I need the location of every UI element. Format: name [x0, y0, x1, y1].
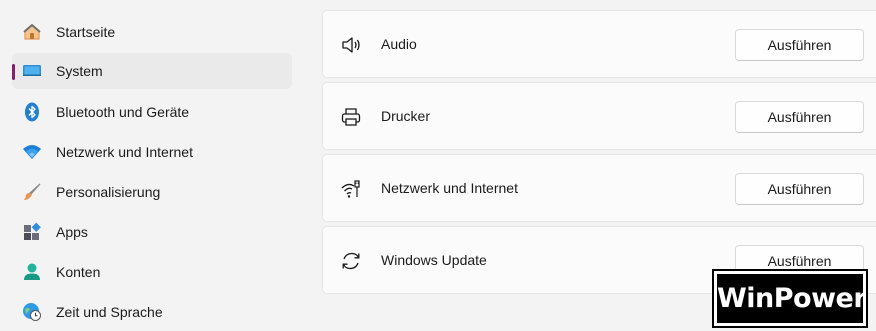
sidebar-item-label: Startseite [56, 24, 116, 40]
troubleshooter-card-netzwerk: Netzwerk und Internet Ausführen [322, 154, 876, 222]
speaker-icon [339, 33, 363, 57]
run-network-button[interactable]: Ausführen [735, 173, 864, 205]
sidebar-item-label: Personalisierung [56, 184, 161, 200]
sidebar-item-label: System [56, 63, 103, 79]
troubleshooter-label: Audio [381, 36, 417, 52]
wifi-icon [22, 142, 42, 162]
sidebar-item-apps[interactable]: Apps [12, 214, 292, 250]
sidebar-item-konten[interactable]: Konten [12, 254, 292, 290]
run-printer-button[interactable]: Ausführen [735, 101, 864, 133]
troubleshooter-label: Windows Update [381, 252, 487, 268]
watermark-logo: WinPower [712, 269, 868, 328]
sidebar-item-label: Bluetooth und Geräte [56, 104, 190, 120]
monitor-icon [22, 61, 42, 81]
sidebar-item-personalisierung[interactable]: Personalisierung [12, 174, 292, 210]
person-icon [22, 262, 42, 282]
sidebar-item-bluetooth[interactable]: Bluetooth und Geräte [12, 94, 292, 130]
globe-clock-icon [22, 302, 42, 322]
run-audio-button[interactable]: Ausführen [735, 29, 864, 61]
selection-indicator [12, 64, 15, 80]
troubleshooter-card-audio: Audio Ausführen [322, 10, 876, 78]
home-icon [22, 22, 42, 42]
troubleshooter-label: Netzwerk und Internet [381, 180, 518, 196]
sidebar-item-label: Konten [56, 264, 101, 280]
sidebar-item-system[interactable]: System [12, 53, 292, 89]
sidebar: Startseite System Bluetooth und Geräte N… [0, 0, 310, 331]
sidebar-item-label: Netzwerk und Internet [56, 144, 193, 160]
printer-icon [339, 105, 363, 129]
sidebar-item-label: Apps [56, 224, 88, 240]
sidebar-item-netzwerk[interactable]: Netzwerk und Internet [12, 134, 292, 170]
network-icon [339, 177, 363, 201]
bluetooth-icon [22, 102, 42, 122]
refresh-icon [339, 249, 363, 273]
apps-icon [22, 222, 42, 242]
sidebar-item-zeit-sprache[interactable]: Zeit und Sprache [12, 294, 292, 330]
brush-icon [22, 182, 42, 202]
sidebar-item-label: Zeit und Sprache [56, 304, 163, 320]
troubleshooter-label: Drucker [381, 108, 431, 124]
sidebar-item-startseite[interactable]: Startseite [12, 14, 292, 50]
troubleshooter-card-drucker: Drucker Ausführen [322, 82, 876, 150]
